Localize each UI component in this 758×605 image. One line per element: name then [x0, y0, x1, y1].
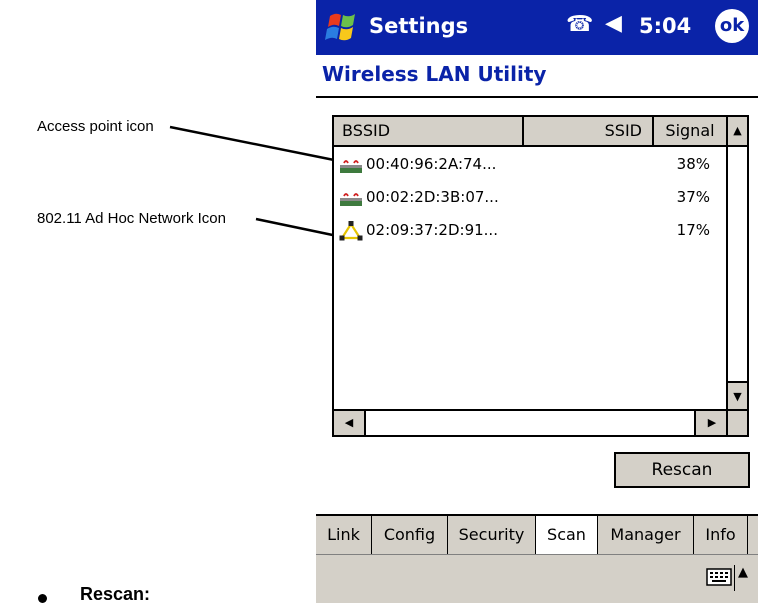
bssid-value: 00:40:96:2A:74... — [366, 155, 497, 173]
rescan-button[interactable]: Rescan — [614, 452, 750, 488]
input-separator — [734, 565, 735, 591]
signal-value: 17% — [676, 221, 710, 239]
signal-value: 38% — [676, 155, 710, 173]
list-item[interactable]: 00:02:2D:3B:07... 37% — [334, 182, 724, 212]
tab-strip: Link Config Security Scan Manager Info — [316, 514, 758, 554]
title-bar: Settings ☎ ◀︎ 5:04 ok — [316, 0, 758, 55]
scrollbar-corner — [726, 409, 747, 435]
scroll-down-icon[interactable]: ▼ — [728, 381, 747, 411]
tab-manager[interactable]: Manager — [598, 516, 694, 554]
signal-value: 37% — [676, 188, 710, 206]
ok-button[interactable]: ok — [715, 9, 749, 43]
horizontal-scrollbar[interactable]: ◀ ▶ — [334, 409, 728, 435]
keyboard-icon[interactable] — [706, 567, 732, 587]
scroll-up-icon[interactable]: ▲ — [728, 117, 747, 147]
list-item[interactable]: 00:40:96:2A:74... 38% — [334, 149, 724, 179]
pocket-pc-screen: Settings ☎ ◀︎ 5:04 ok Wireless LAN Utili… — [316, 0, 758, 603]
list-item[interactable]: 02:09:37:2D:91... 17% — [334, 215, 724, 245]
bssid-value: 02:09:37:2D:91... — [366, 221, 498, 239]
access-point-icon — [340, 160, 362, 173]
heading-divider — [316, 96, 758, 98]
tab-config[interactable]: Config — [372, 516, 448, 554]
adhoc-annotation: 802.11 Ad Hoc Network Icon — [37, 210, 226, 227]
scroll-left-icon[interactable]: ◀ — [334, 411, 366, 435]
app-heading: Wireless LAN Utility — [322, 62, 547, 86]
scroll-right-icon[interactable]: ▶ — [694, 411, 728, 435]
input-menu-arrow-icon[interactable]: ▲ — [738, 565, 748, 580]
connectivity-icon[interactable]: ☎ — [566, 12, 593, 37]
adhoc-network-icon — [339, 221, 363, 241]
tab-scan[interactable]: Scan — [536, 514, 598, 554]
vertical-scrollbar[interactable]: ▲ ▼ — [726, 117, 747, 411]
title-text: Settings — [369, 14, 469, 38]
bullet — [38, 594, 47, 603]
tab-security[interactable]: Security — [448, 516, 536, 554]
network-list[interactable]: BSSID SSID Signal 00:40:96:2A:74... 38% … — [332, 115, 749, 437]
tab-info[interactable]: Info — [694, 516, 748, 554]
clock[interactable]: 5:04 — [639, 14, 691, 38]
column-header-bssid[interactable]: BSSID — [334, 117, 524, 147]
column-header-ssid[interactable]: SSID — [524, 117, 654, 147]
windows-flag-icon[interactable] — [322, 8, 362, 48]
tab-link[interactable]: Link — [316, 516, 372, 554]
column-header-signal[interactable]: Signal — [654, 117, 728, 147]
section-heading: Rescan: — [80, 584, 151, 604]
menu-bar: ▲ — [316, 554, 758, 603]
bssid-value: 00:02:2D:3B:07... — [366, 188, 499, 206]
speaker-icon[interactable]: ◀︎ — [605, 11, 622, 36]
access-point-annotation: Access point icon — [37, 118, 154, 135]
access-point-icon — [340, 193, 362, 206]
